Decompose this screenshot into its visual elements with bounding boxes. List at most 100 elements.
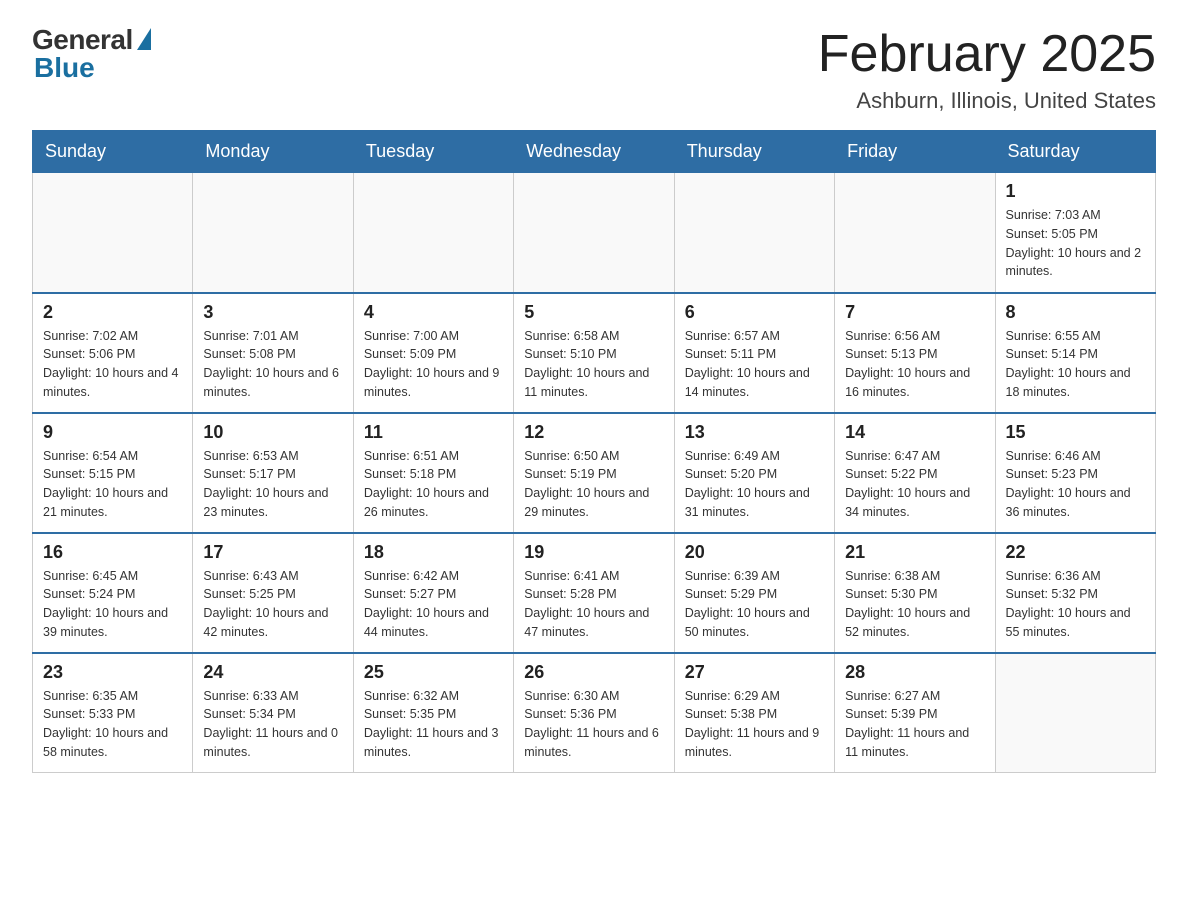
day-info: Sunrise: 7:01 AMSunset: 5:08 PMDaylight:… bbox=[203, 327, 342, 402]
weekday-header-row: SundayMondayTuesdayWednesdayThursdayFrid… bbox=[33, 131, 1156, 173]
weekday-header-wednesday: Wednesday bbox=[514, 131, 674, 173]
weekday-header-friday: Friday bbox=[835, 131, 995, 173]
day-number: 9 bbox=[43, 422, 182, 443]
calendar-cell: 7 Sunrise: 6:56 AMSunset: 5:13 PMDaylight… bbox=[835, 293, 995, 413]
day-info: Sunrise: 6:42 AMSunset: 5:27 PMDaylight:… bbox=[364, 567, 503, 642]
day-info: Sunrise: 6:54 AMSunset: 5:15 PMDaylight:… bbox=[43, 447, 182, 522]
logo: General Blue bbox=[32, 24, 151, 84]
calendar-cell: 1 Sunrise: 7:03 AMSunset: 5:05 PMDaylight… bbox=[995, 173, 1155, 293]
day-number: 21 bbox=[845, 542, 984, 563]
calendar-week-row: 23 Sunrise: 6:35 AMSunset: 5:33 PMDayligh… bbox=[33, 653, 1156, 773]
day-info: Sunrise: 6:39 AMSunset: 5:29 PMDaylight:… bbox=[685, 567, 824, 642]
weekday-header-tuesday: Tuesday bbox=[353, 131, 513, 173]
day-info: Sunrise: 6:57 AMSunset: 5:11 PMDaylight:… bbox=[685, 327, 824, 402]
calendar-cell: 9 Sunrise: 6:54 AMSunset: 5:15 PMDaylight… bbox=[33, 413, 193, 533]
calendar-cell: 13 Sunrise: 6:49 AMSunset: 5:20 PMDayligh… bbox=[674, 413, 834, 533]
day-info: Sunrise: 6:50 AMSunset: 5:19 PMDaylight:… bbox=[524, 447, 663, 522]
day-info: Sunrise: 6:27 AMSunset: 5:39 PMDaylight:… bbox=[845, 687, 984, 762]
day-info: Sunrise: 6:41 AMSunset: 5:28 PMDaylight:… bbox=[524, 567, 663, 642]
calendar-cell: 25 Sunrise: 6:32 AMSunset: 5:35 PMDayligh… bbox=[353, 653, 513, 773]
day-info: Sunrise: 6:49 AMSunset: 5:20 PMDaylight:… bbox=[685, 447, 824, 522]
day-number: 19 bbox=[524, 542, 663, 563]
calendar-cell bbox=[995, 653, 1155, 773]
day-info: Sunrise: 7:00 AMSunset: 5:09 PMDaylight:… bbox=[364, 327, 503, 402]
weekday-header-thursday: Thursday bbox=[674, 131, 834, 173]
calendar-cell: 22 Sunrise: 6:36 AMSunset: 5:32 PMDayligh… bbox=[995, 533, 1155, 653]
calendar-week-row: 9 Sunrise: 6:54 AMSunset: 5:15 PMDaylight… bbox=[33, 413, 1156, 533]
calendar-cell bbox=[835, 173, 995, 293]
day-number: 20 bbox=[685, 542, 824, 563]
calendar-cell: 27 Sunrise: 6:29 AMSunset: 5:38 PMDayligh… bbox=[674, 653, 834, 773]
calendar-cell: 12 Sunrise: 6:50 AMSunset: 5:19 PMDayligh… bbox=[514, 413, 674, 533]
day-info: Sunrise: 6:35 AMSunset: 5:33 PMDaylight:… bbox=[43, 687, 182, 762]
calendar-cell: 21Sunrise: 6:38 AMSunset: 5:30 PMDayligh… bbox=[835, 533, 995, 653]
day-number: 5 bbox=[524, 302, 663, 323]
day-number: 4 bbox=[364, 302, 503, 323]
weekday-header-sunday: Sunday bbox=[33, 131, 193, 173]
day-number: 24 bbox=[203, 662, 342, 683]
calendar-cell: 15Sunrise: 6:46 AMSunset: 5:23 PMDayligh… bbox=[995, 413, 1155, 533]
calendar-week-row: 1 Sunrise: 7:03 AMSunset: 5:05 PMDaylight… bbox=[33, 173, 1156, 293]
title-area: February 2025 Ashburn, Illinois, United … bbox=[818, 24, 1156, 114]
day-info: Sunrise: 6:36 AMSunset: 5:32 PMDaylight:… bbox=[1006, 567, 1145, 642]
day-number: 25 bbox=[364, 662, 503, 683]
location-text: Ashburn, Illinois, United States bbox=[818, 88, 1156, 114]
calendar-cell bbox=[353, 173, 513, 293]
day-number: 13 bbox=[685, 422, 824, 443]
month-year-title: February 2025 bbox=[818, 24, 1156, 84]
day-number: 10 bbox=[203, 422, 342, 443]
day-number: 8 bbox=[1006, 302, 1145, 323]
day-number: 11 bbox=[364, 422, 503, 443]
day-info: Sunrise: 6:45 AMSunset: 5:24 PMDaylight:… bbox=[43, 567, 182, 642]
day-info: Sunrise: 6:32 AMSunset: 5:35 PMDaylight:… bbox=[364, 687, 503, 762]
day-info: Sunrise: 6:33 AMSunset: 5:34 PMDaylight:… bbox=[203, 687, 342, 762]
calendar-cell: 26 Sunrise: 6:30 AMSunset: 5:36 PMDayligh… bbox=[514, 653, 674, 773]
calendar-cell: 16 Sunrise: 6:45 AMSunset: 5:24 PMDayligh… bbox=[33, 533, 193, 653]
day-number: 1 bbox=[1006, 181, 1145, 202]
calendar-cell bbox=[674, 173, 834, 293]
day-info: Sunrise: 6:56 AMSunset: 5:13 PMDaylight:… bbox=[845, 327, 984, 402]
calendar-week-row: 16 Sunrise: 6:45 AMSunset: 5:24 PMDayligh… bbox=[33, 533, 1156, 653]
day-number: 2 bbox=[43, 302, 182, 323]
calendar-week-row: 2 Sunrise: 7:02 AMSunset: 5:06 PMDaylight… bbox=[33, 293, 1156, 413]
day-number: 26 bbox=[524, 662, 663, 683]
logo-triangle-icon bbox=[137, 28, 151, 50]
day-info: Sunrise: 6:53 AMSunset: 5:17 PMDaylight:… bbox=[203, 447, 342, 522]
calendar-cell: 8 Sunrise: 6:55 AMSunset: 5:14 PMDaylight… bbox=[995, 293, 1155, 413]
calendar-cell: 5Sunrise: 6:58 AMSunset: 5:10 PMDaylight… bbox=[514, 293, 674, 413]
calendar-cell: 17Sunrise: 6:43 AMSunset: 5:25 PMDayligh… bbox=[193, 533, 353, 653]
calendar-cell: 11Sunrise: 6:51 AMSunset: 5:18 PMDayligh… bbox=[353, 413, 513, 533]
page-header: General Blue February 2025 Ashburn, Illi… bbox=[32, 24, 1156, 114]
day-info: Sunrise: 7:03 AMSunset: 5:05 PMDaylight:… bbox=[1006, 206, 1145, 281]
calendar-cell: 24 Sunrise: 6:33 AMSunset: 5:34 PMDayligh… bbox=[193, 653, 353, 773]
calendar-cell: 28Sunrise: 6:27 AMSunset: 5:39 PMDayligh… bbox=[835, 653, 995, 773]
day-number: 16 bbox=[43, 542, 182, 563]
day-number: 15 bbox=[1006, 422, 1145, 443]
calendar-cell: 2 Sunrise: 7:02 AMSunset: 5:06 PMDaylight… bbox=[33, 293, 193, 413]
calendar-cell: 18Sunrise: 6:42 AMSunset: 5:27 PMDayligh… bbox=[353, 533, 513, 653]
day-info: Sunrise: 6:29 AMSunset: 5:38 PMDaylight:… bbox=[685, 687, 824, 762]
calendar-cell: 10 Sunrise: 6:53 AMSunset: 5:17 PMDayligh… bbox=[193, 413, 353, 533]
day-number: 3 bbox=[203, 302, 342, 323]
calendar-cell bbox=[33, 173, 193, 293]
calendar-cell bbox=[193, 173, 353, 293]
logo-blue-text: Blue bbox=[32, 52, 95, 84]
weekday-header-saturday: Saturday bbox=[995, 131, 1155, 173]
day-number: 17 bbox=[203, 542, 342, 563]
day-number: 22 bbox=[1006, 542, 1145, 563]
day-number: 7 bbox=[845, 302, 984, 323]
day-info: Sunrise: 6:55 AMSunset: 5:14 PMDaylight:… bbox=[1006, 327, 1145, 402]
day-info: Sunrise: 6:47 AMSunset: 5:22 PMDaylight:… bbox=[845, 447, 984, 522]
day-number: 12 bbox=[524, 422, 663, 443]
calendar-cell: 14 Sunrise: 6:47 AMSunset: 5:22 PMDayligh… bbox=[835, 413, 995, 533]
day-number: 27 bbox=[685, 662, 824, 683]
day-info: Sunrise: 6:30 AMSunset: 5:36 PMDaylight:… bbox=[524, 687, 663, 762]
day-info: Sunrise: 7:02 AMSunset: 5:06 PMDaylight:… bbox=[43, 327, 182, 402]
calendar-cell bbox=[514, 173, 674, 293]
calendar-cell: 3 Sunrise: 7:01 AMSunset: 5:08 PMDaylight… bbox=[193, 293, 353, 413]
day-number: 14 bbox=[845, 422, 984, 443]
day-number: 23 bbox=[43, 662, 182, 683]
calendar-cell: 23 Sunrise: 6:35 AMSunset: 5:33 PMDayligh… bbox=[33, 653, 193, 773]
weekday-header-monday: Monday bbox=[193, 131, 353, 173]
calendar-table: SundayMondayTuesdayWednesdayThursdayFrid… bbox=[32, 130, 1156, 773]
